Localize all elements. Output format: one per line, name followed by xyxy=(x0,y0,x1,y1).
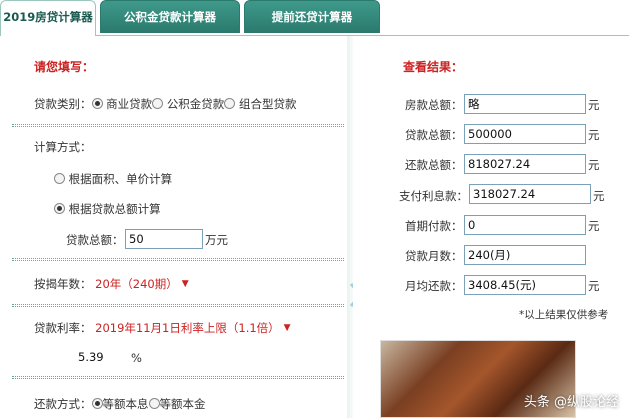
rate-unit: % xyxy=(131,351,142,365)
radio-commercial-loan[interactable] xyxy=(91,98,103,109)
calc-method-label: 计算方式： xyxy=(34,140,92,154)
calc-method-row-total: 根据贷款总额计算 xyxy=(54,201,161,217)
result-disclaimer: *以上结果仅供参考 xyxy=(519,309,609,321)
loan-total-input[interactable] xyxy=(125,229,203,249)
result-label-monthly-payment: 月均还款： xyxy=(405,279,463,293)
result-repay-total xyxy=(464,154,586,174)
rate-row: 贷款利率： 2019年11月1日利率上限（1.1倍） ▼ xyxy=(34,320,291,336)
divider xyxy=(12,376,344,379)
unit-yuan: 元 xyxy=(593,189,605,203)
result-down-payment xyxy=(464,215,586,235)
rate-label: 贷款利率： xyxy=(34,321,92,335)
rate-select[interactable]: 2019年11月1日利率上限（1.1倍） xyxy=(95,321,280,335)
years-row: 按揭年数： 20年（240期） ▼ xyxy=(34,276,189,292)
loan-total-unit: 万元 xyxy=(205,233,228,247)
watermark-text: 头条 @纵股论经 xyxy=(523,395,619,410)
result-label-loan-total: 贷款总额： xyxy=(405,128,463,142)
radio-combined-loan[interactable] xyxy=(224,98,236,109)
input-panel: 请您填写： 贷款类别： 商业贷款 公积金贷款 组合型贷款 计算方式： 根据面积、… xyxy=(0,36,347,418)
tab-mortgage-calculator[interactable]: 2019房贷计算器 xyxy=(0,0,96,36)
calc-by-area-label: 根据面积、单价计算 xyxy=(68,172,173,186)
unit-yuan: 元 xyxy=(588,128,600,142)
result-house-total xyxy=(464,94,586,114)
repay-equal-principal: 等额本金 xyxy=(159,397,206,411)
calc-method-row-area: 根据面积、单价计算 xyxy=(54,171,172,187)
result-label-down-payment: 首期付款： xyxy=(405,219,463,233)
calc-by-total-label: 根据贷款总额计算 xyxy=(68,202,161,216)
loan-total-label: 贷款总额： xyxy=(66,233,124,247)
radio-housing-fund-loan[interactable] xyxy=(152,98,164,109)
radio-equal-installment[interactable] xyxy=(91,398,103,409)
rate-input[interactable] xyxy=(74,347,128,367)
result-label-house-total: 房款总额： xyxy=(405,98,463,112)
loan-type-commercial: 商业贷款 xyxy=(106,97,153,111)
unit-yuan: 元 xyxy=(588,219,600,233)
unit-yuan: 元 xyxy=(588,279,600,293)
radio-equal-principal[interactable] xyxy=(148,398,160,409)
years-label: 按揭年数： xyxy=(34,277,92,291)
divider xyxy=(12,304,344,307)
result-months xyxy=(464,245,586,265)
result-label-months: 贷款月数： xyxy=(405,249,463,263)
form-title: 请您填写： xyxy=(34,60,95,74)
unit-yuan: 元 xyxy=(588,98,600,112)
triangle-down-icon[interactable]: ▼ xyxy=(284,323,291,333)
result-label-interest: 支付利息款： xyxy=(399,189,468,203)
repay-equal-installment: 等额本息 xyxy=(102,397,149,411)
tab-housing-fund-calculator[interactable]: 公积金贷款计算器 xyxy=(100,0,240,33)
divider xyxy=(12,258,344,261)
loan-type-combined: 组合型贷款 xyxy=(238,97,297,111)
tab-prepayment-calculator[interactable]: 提前还贷计算器 xyxy=(244,0,380,33)
tab-bar: 2019房贷计算器 公积金贷款计算器 提前还贷计算器 xyxy=(0,0,629,36)
result-interest xyxy=(469,184,591,204)
result-title: 查看结果： xyxy=(403,60,464,74)
unit-yuan: 元 xyxy=(588,158,600,172)
triangle-down-icon[interactable]: ▼ xyxy=(182,279,189,289)
result-loan-total xyxy=(464,124,586,144)
loan-type-label: 贷款类别： xyxy=(34,97,92,111)
repay-row: 还款方式： 等额本息 等额本金 xyxy=(34,396,206,412)
loan-type-fund: 公积金贷款 xyxy=(166,97,225,111)
repay-label: 还款方式： xyxy=(34,397,92,411)
years-select[interactable]: 20年（240期） xyxy=(95,277,178,291)
radio-calc-by-total[interactable] xyxy=(54,203,65,214)
result-monthly-payment xyxy=(464,275,586,295)
loan-type-row: 贷款类别： 商业贷款 公积金贷款 组合型贷款 xyxy=(34,96,296,112)
result-label-repay-total: 还款总额： xyxy=(405,158,463,172)
divider xyxy=(12,124,344,127)
radio-calc-by-area[interactable] xyxy=(54,173,65,184)
